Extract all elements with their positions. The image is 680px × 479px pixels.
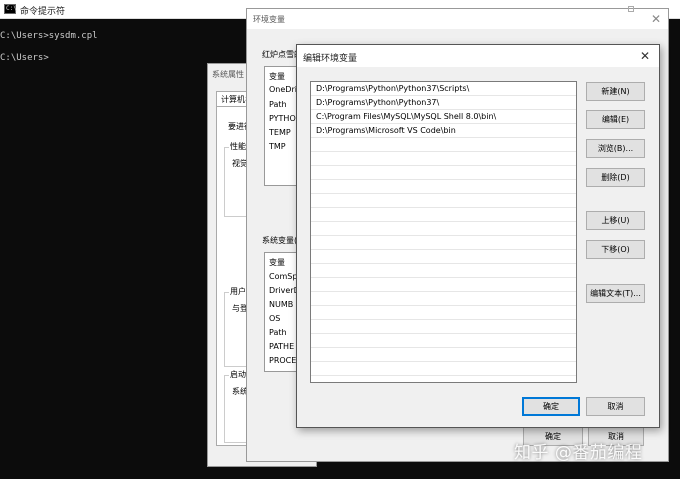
table-row[interactable]: D:\Programs\Microsoft VS Code\bin bbox=[311, 124, 576, 138]
system-properties-title: 系统属性 bbox=[212, 70, 244, 79]
terminal-icon: C:\ bbox=[4, 4, 17, 14]
close-icon[interactable]: ✕ bbox=[640, 50, 650, 62]
table-row[interactable]: C:\Program Files\MySQL\MySQL Shell 8.0\b… bbox=[311, 110, 576, 124]
envvar-close-icon[interactable]: ✕ bbox=[651, 13, 661, 25]
edit-button[interactable]: 编辑(E) bbox=[586, 110, 645, 129]
list-item[interactable]: ComSp bbox=[269, 272, 297, 281]
startup-label: 启动 bbox=[229, 369, 247, 380]
watermark-text: 知乎 @番茄编程 bbox=[514, 443, 643, 463]
list-item[interactable]: PROCE bbox=[269, 356, 296, 365]
delete-button[interactable]: 删除(D) bbox=[586, 168, 645, 187]
edit-text-button[interactable]: 编辑文本(T)... bbox=[586, 284, 645, 303]
table-row[interactable]: D:\Programs\Python\Python37\ bbox=[311, 96, 576, 110]
list-item[interactable]: OS bbox=[269, 314, 280, 323]
list-item[interactable]: PYTHO bbox=[269, 114, 296, 123]
list-item[interactable]: PATHE bbox=[269, 342, 294, 351]
cmd-title: 命令提示符 bbox=[20, 7, 66, 17]
table-row[interactable]: D:\Programs\Python\Python37\Scripts\ bbox=[311, 82, 576, 96]
cmd-line-2: C:\Users> bbox=[0, 53, 49, 63]
new-button[interactable]: 新建(N) bbox=[586, 82, 645, 101]
edit-env-title: 编辑环境变量 bbox=[303, 54, 358, 64]
move-down-button[interactable]: 下移(O) bbox=[586, 240, 645, 259]
envvar-title: 环境变量 bbox=[253, 15, 285, 24]
ok-button[interactable]: 确定 bbox=[522, 397, 580, 416]
cancel-button[interactable]: 取消 bbox=[586, 397, 645, 416]
list-item[interactable]: OneDri bbox=[269, 85, 297, 94]
system-vars-header: 变量 bbox=[269, 258, 285, 267]
user-vars-header: 变量 bbox=[269, 72, 285, 81]
envvar-maximize-icon[interactable] bbox=[628, 6, 634, 12]
system-vars-label: 系统变量( bbox=[262, 236, 298, 245]
list-item[interactable]: Path bbox=[269, 328, 287, 337]
move-up-button[interactable]: 上移(U) bbox=[586, 211, 645, 230]
list-item[interactable]: Path bbox=[269, 100, 287, 109]
edit-env-titlebar[interactable]: 编辑环境变量 ✕ bbox=[297, 45, 659, 67]
edit-env-var-dialog: 编辑环境变量 ✕ D:\Programs\Python\Python37\Scr… bbox=[296, 44, 660, 428]
list-item[interactable]: NUMB bbox=[269, 300, 293, 309]
cmd-line-1: C:\Users>sysdm.cpl bbox=[0, 31, 98, 41]
browse-button[interactable]: 浏览(B)... bbox=[586, 139, 645, 158]
list-item[interactable]: TMP bbox=[269, 142, 286, 151]
performance-label: 性能 bbox=[229, 141, 247, 152]
list-item[interactable]: TEMP bbox=[269, 128, 291, 137]
path-list[interactable]: D:\Programs\Python\Python37\Scripts\ D:\… bbox=[310, 81, 577, 383]
envvar-titlebar[interactable]: 环境变量 bbox=[247, 9, 668, 29]
